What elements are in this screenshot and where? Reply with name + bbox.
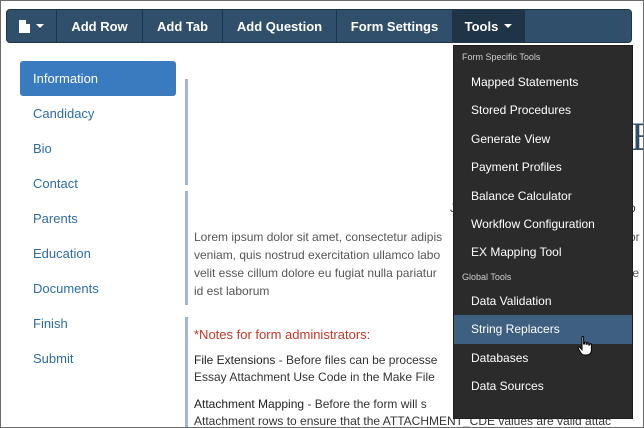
chevron-down-icon xyxy=(36,24,44,28)
form-settings-button[interactable]: Form Settings xyxy=(337,10,453,42)
tools-dropdown-menu: Form Specific Tools Mapped Statements St… xyxy=(453,45,633,419)
section-divider xyxy=(185,317,188,427)
file-extensions-note: File Extensions - Before files can be pr… xyxy=(194,352,437,386)
sidebar-item-information[interactable]: Information xyxy=(20,61,176,96)
attachment-mapping-label: Attachment Mapping xyxy=(194,397,305,411)
tools-label: Tools xyxy=(464,18,499,34)
global-tools-header: Global Tools xyxy=(462,271,512,282)
sidebar-item-contact[interactable]: Contact xyxy=(20,166,176,201)
sidebar-item-education[interactable]: Education xyxy=(20,236,176,271)
sidebar-item-candidacy[interactable]: Candidacy xyxy=(20,96,176,131)
notes-title: *Notes for form administrators: xyxy=(194,327,371,342)
attachment-mapping-text: - Before the form will s xyxy=(304,397,427,411)
sidebar-item-parents[interactable]: Parents xyxy=(20,201,176,236)
section-divider xyxy=(185,79,188,185)
sidebar-nav: Information Candidacy Bio Contact Parent… xyxy=(20,61,176,376)
file-extensions-label: File Extensions xyxy=(194,353,276,367)
sidebar-item-bio[interactable]: Bio xyxy=(20,131,176,166)
sidebar-item-finish[interactable]: Finish xyxy=(20,306,176,341)
menu-item-ex-mapping-tool[interactable]: EX Mapping Tool xyxy=(454,238,632,266)
file-extensions-text: - Before files can be processe xyxy=(275,353,438,367)
section-divider xyxy=(185,191,188,305)
document-menu-button[interactable] xyxy=(7,10,57,42)
menu-item-data-sources[interactable]: Data Sources xyxy=(454,372,632,400)
sidebar-item-documents[interactable]: Documents xyxy=(20,271,176,306)
toolbar: Add Row Add Tab Add Question Form Settin… xyxy=(6,9,632,43)
window-frame: Add Row Add Tab Add Question Form Settin… xyxy=(0,0,644,428)
menu-item-generate-view[interactable]: Generate View xyxy=(454,125,632,153)
file-extensions-line2: Essay Attachment Use Code in the Make Fi… xyxy=(194,370,435,384)
sidebar-item-submit[interactable]: Submit xyxy=(20,341,176,376)
menu-item-workflow-configuration[interactable]: Workflow Configuration xyxy=(454,210,632,238)
add-row-button[interactable]: Add Row xyxy=(57,10,143,42)
menu-item-string-replacers[interactable]: String Replacers xyxy=(454,315,632,344)
menu-item-balance-calculator[interactable]: Balance Calculator xyxy=(454,182,632,210)
chevron-down-icon xyxy=(504,24,513,28)
form-specific-tools-header: Form Specific Tools xyxy=(462,52,541,62)
hand-cursor-icon xyxy=(577,336,593,361)
add-question-button[interactable]: Add Question xyxy=(223,10,337,42)
menu-item-databases[interactable]: Databases xyxy=(454,344,632,372)
menu-item-payment-profiles[interactable]: Payment Profiles xyxy=(454,153,632,181)
menu-item-data-validation[interactable]: Data Validation xyxy=(454,287,632,315)
menu-item-mapped-statements[interactable]: Mapped Statements xyxy=(454,68,632,96)
menu-item-stored-procedures[interactable]: Stored Procedures xyxy=(454,96,632,124)
tools-menu-button[interactable]: Tools xyxy=(453,10,525,42)
document-icon xyxy=(19,19,30,33)
add-tab-button[interactable]: Add Tab xyxy=(143,10,223,42)
